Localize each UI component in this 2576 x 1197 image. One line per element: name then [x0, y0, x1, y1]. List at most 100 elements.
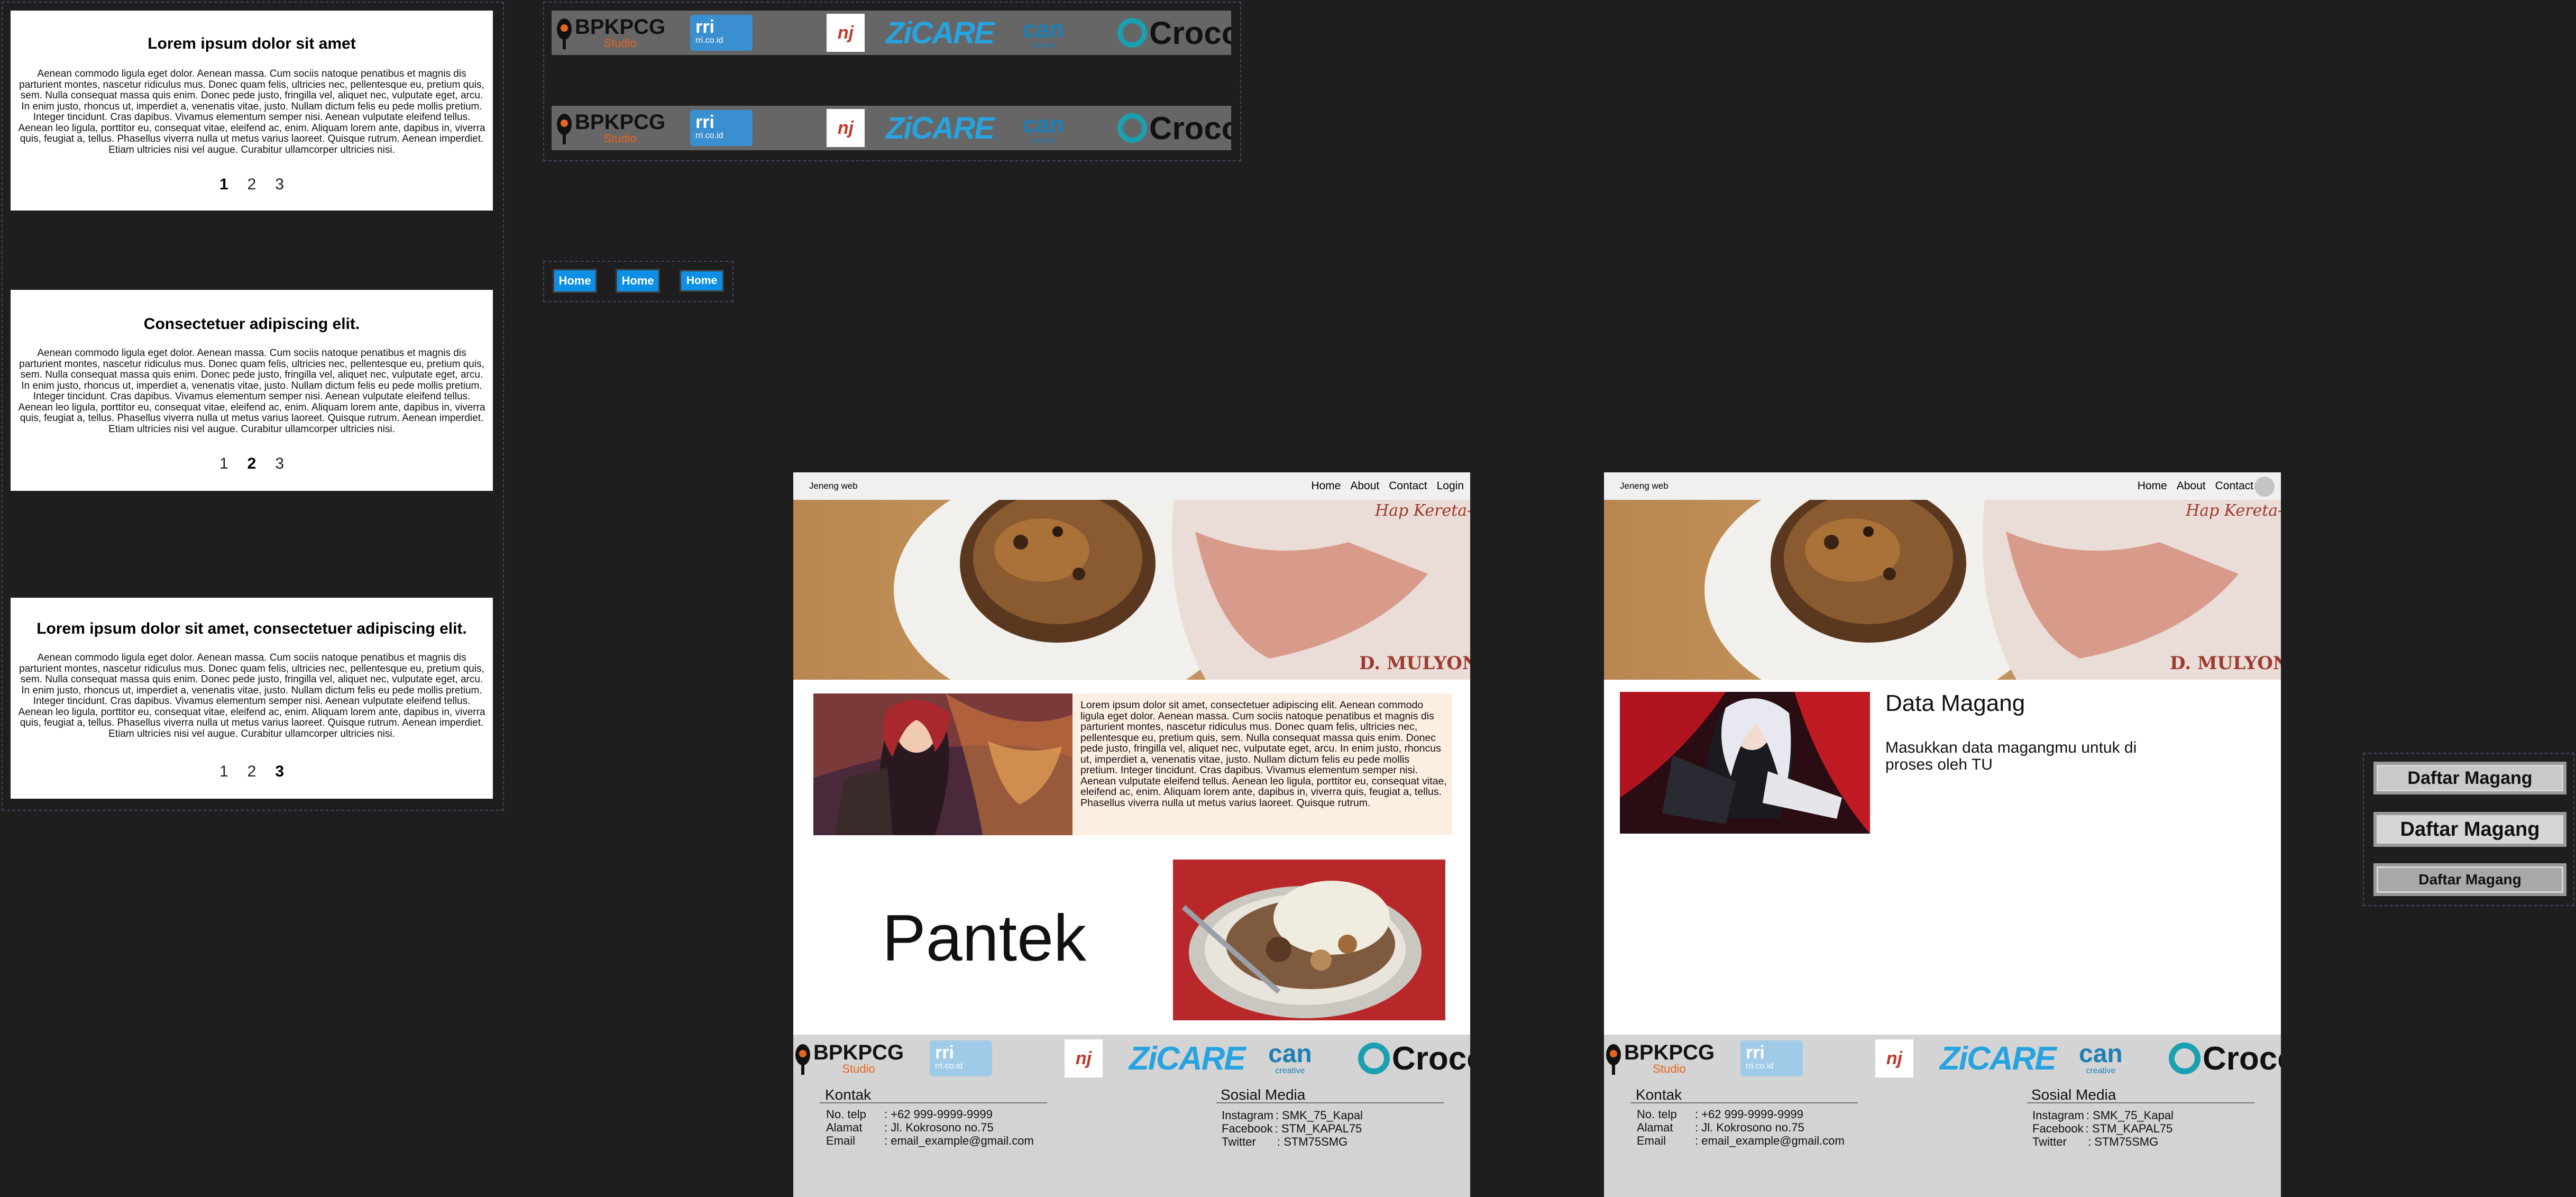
carousel-title: Consectetuer adipiscing elit.: [143, 315, 360, 333]
footer: BPKPCG Studio rri rri.co.id nj ZiCARE ca…: [793, 1035, 1470, 1197]
facebook-value[interactable]: : STM_KAPAL75: [2086, 1122, 2173, 1135]
zicare-logo: ZiCARE: [886, 106, 995, 150]
studio-text: Studio: [1653, 1062, 1686, 1075]
rri-url-text: rri.co.id: [695, 36, 723, 45]
kontak-heading: Kontak: [1636, 1086, 1682, 1103]
address-label: Alamat: [1637, 1121, 1673, 1134]
carousel-card-3: Lorem ipsum dolor sit amet, consectetuer…: [11, 598, 493, 799]
email-value[interactable]: : email_example@gmail.com: [1695, 1134, 1845, 1147]
twitter-value[interactable]: : STM75SMG: [2088, 1135, 2158, 1148]
instagram-value[interactable]: : SMK_75_Kapal: [2086, 1109, 2174, 1122]
can-text: can: [1022, 15, 1065, 43]
page-1-link[interactable]: 1: [219, 176, 228, 194]
hero-image: Hap Kereta-Api D. MULYONO: [793, 500, 1470, 680]
bpkpcg-text: BPKPCG: [575, 15, 666, 39]
kontak-divider: [1630, 1102, 1858, 1103]
nj-text: nj: [1886, 1048, 1903, 1068]
nav-about-link[interactable]: About: [1350, 480, 1379, 492]
kontak-divider: [820, 1102, 1047, 1103]
twitter-value[interactable]: : STM75SMG: [1277, 1135, 1347, 1148]
phone-value: : +62 999-9999-9999: [1695, 1108, 1803, 1121]
home-button[interactable]: Home: [616, 269, 660, 293]
hero-label-top: Hap Kereta-Api: [1374, 501, 1470, 520]
avatar[interactable]: [2254, 477, 2275, 497]
nj-text: nj: [1075, 1048, 1092, 1068]
instagram-value[interactable]: : SMK_75_Kapal: [1276, 1109, 1363, 1122]
partner-logo-strip: BPKPCG Studio rri rri.co.id nj ZiCARE ca…: [793, 1035, 1470, 1082]
sosial-heading: Sosial Media: [2031, 1086, 2116, 1103]
facebook-value[interactable]: : STM_KAPAL75: [1275, 1122, 1362, 1135]
studio-text: Studio: [842, 1062, 875, 1075]
nav-about-link[interactable]: About: [2177, 480, 2206, 492]
bpkpcg-logo: BPKPCG Studio: [555, 106, 665, 150]
rri-logo: rri rri.co.id: [1740, 1035, 1803, 1082]
page-3-link[interactable]: 3: [275, 763, 284, 781]
can-text: can: [2079, 1040, 2123, 1068]
page-3-link[interactable]: 3: [275, 176, 284, 194]
page-1-link[interactable]: 1: [219, 455, 228, 473]
zicare-text: ZiCARE: [1129, 1040, 1246, 1077]
address-value: : Jl. Kokrosono no.75: [884, 1121, 994, 1134]
rri-url-text: rri.co.id: [1746, 1062, 1774, 1071]
page-3-link[interactable]: 3: [275, 455, 284, 473]
rri-logo: rri rri.co.id: [690, 11, 753, 55]
hero-label-bottom: D. MULYONO: [1359, 653, 1470, 674]
bpkpcg-text: BPKPCG: [813, 1041, 904, 1064]
site-brand[interactable]: Jeneng web: [1620, 481, 1669, 491]
logo-strip: BPKPCG Studio rri rri.co.id nj ZiCARE ca…: [552, 11, 1231, 55]
croco-logo: Croco: [1117, 11, 1231, 55]
page-2-link[interactable]: 2: [247, 455, 256, 473]
nav-home-link[interactable]: Home: [1311, 480, 1341, 492]
page-1-link[interactable]: 1: [219, 763, 228, 781]
zicare-text: ZiCARE: [1940, 1040, 2057, 1077]
partner-logo-strip: BPKPCG Studio rri rri.co.id nj ZiCARE ca…: [1604, 1035, 2281, 1082]
can-logo: can creative: [1022, 11, 1064, 55]
zicare-logo: ZiCARE: [886, 11, 995, 55]
carousel-pagination: 1 2 3: [11, 763, 493, 781]
nj-logo: nj: [1875, 1035, 1913, 1082]
site-brand[interactable]: Jeneng web: [809, 481, 858, 491]
phone-label: No. telp: [1637, 1108, 1677, 1121]
nav-login-link[interactable]: Login: [1437, 480, 1464, 492]
nj-text: nj: [837, 22, 854, 43]
rri-text: rri: [695, 17, 714, 37]
sosial-divider: [1216, 1102, 1444, 1103]
page-2-link[interactable]: 2: [247, 176, 256, 194]
carousel-title: Lorem ipsum dolor sit amet: [148, 35, 356, 52]
sosial-list: Instagram: SMK_75_Kapal Facebook: STM_KA…: [2032, 1109, 2174, 1148]
kontak-list: No. telp: +62 999-9999-9999 Alamat: Jl. …: [1637, 1108, 1845, 1147]
instagram-label: Instagram: [2032, 1109, 2084, 1122]
phone-label: No. telp: [826, 1108, 866, 1121]
croco-text: Croco: [1149, 15, 1231, 51]
daftar-magang-button[interactable]: Daftar Magang: [2373, 762, 2566, 794]
data-magang-description: Masukkan data magangmu untuk di proses o…: [1885, 739, 2137, 773]
page-2-link[interactable]: 2: [247, 763, 256, 781]
kontak-list: No. telp: +62 999-9999-9999 Alamat: Jl. …: [826, 1108, 1034, 1147]
home-button[interactable]: Home: [553, 269, 597, 293]
daftar-magang-button[interactable]: Daftar Magang: [2373, 812, 2566, 847]
twitter-label: Twitter: [1222, 1135, 1256, 1148]
home-button[interactable]: Home: [680, 270, 724, 292]
carousel-card-2: Consectetuer adipiscing elit. Aenean com…: [11, 290, 493, 491]
data-magang-mockup: Jeneng web Home About Contact Hap Kereta…: [1604, 472, 2281, 1197]
bpkpcg-logo: BPKPCG Studio: [793, 1035, 904, 1082]
croco-text: Croco: [1149, 110, 1231, 146]
instagram-label: Instagram: [1222, 1109, 1273, 1122]
homepage-mockup: Jeneng web Home About Contact Login Hap …: [793, 472, 1470, 1197]
anime-character-image: [813, 693, 1072, 835]
croco-logo: Croco: [1117, 106, 1231, 150]
rri-logo: rri rri.co.id: [930, 1035, 992, 1082]
carousel-body: Aenean commodo ligula eget dolor. Aenean…: [18, 348, 485, 435]
nav-home-link[interactable]: Home: [2138, 480, 2167, 492]
carousel-title: Lorem ipsum dolor sit amet, consectetuer…: [36, 620, 467, 637]
nj-logo: nj: [1065, 1035, 1103, 1082]
nj-logo: nj: [827, 106, 865, 150]
nav-contact-link[interactable]: Contact: [2215, 480, 2253, 492]
sosial-heading: Sosial Media: [1221, 1086, 1306, 1103]
nj-logo: nj: [827, 11, 865, 55]
daftar-magang-button[interactable]: Daftar Magang: [2373, 863, 2566, 896]
address-label: Alamat: [826, 1121, 863, 1134]
email-label: Email: [1637, 1134, 1666, 1147]
nav-contact-link[interactable]: Contact: [1389, 480, 1427, 492]
email-value[interactable]: : email_example@gmail.com: [884, 1134, 1034, 1147]
